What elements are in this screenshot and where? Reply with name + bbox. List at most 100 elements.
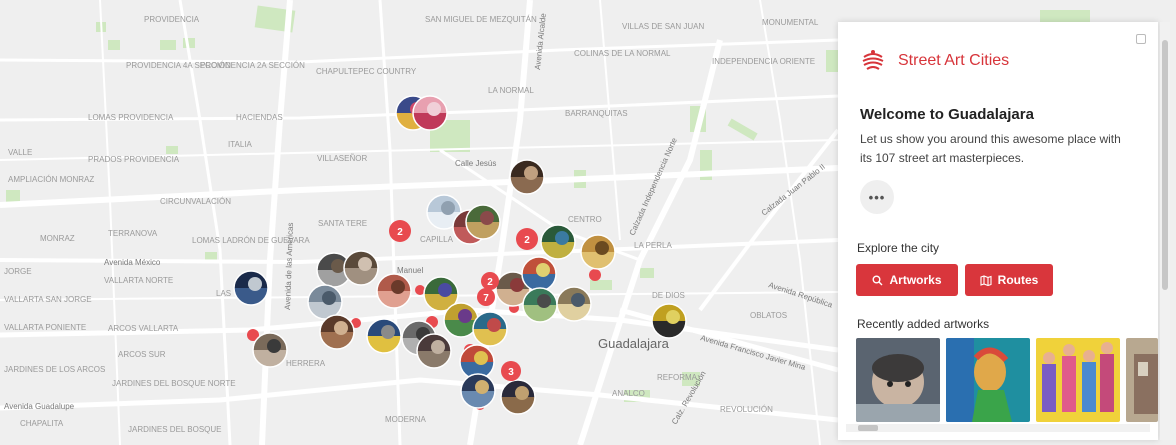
artwork-marker[interactable] — [252, 332, 288, 368]
label-av-mexico: Avenida México — [104, 258, 161, 267]
label-de-dios: DE DIOS — [652, 291, 685, 300]
routes-button-label: Routes — [997, 273, 1039, 287]
svg-text:2: 2 — [397, 227, 403, 238]
label-italia: ITALIA — [228, 140, 253, 149]
map-icon — [980, 274, 992, 286]
cluster-marker[interactable]: 2 — [481, 272, 499, 290]
label-herrera: HERRERA — [286, 359, 326, 368]
label-monumental: MONUMENTAL — [762, 18, 819, 27]
intro-text: Let us show you around this awesome plac… — [860, 132, 1121, 165]
label-la-normal: LA NORMAL — [488, 86, 534, 95]
svg-text:2: 2 — [524, 235, 530, 246]
label-oblatos: OBLATOS — [750, 311, 787, 320]
routes-button[interactable]: Routes — [965, 264, 1053, 296]
recent-heading: Recently added artworks — [857, 317, 990, 331]
label-vallarta-poniente: VALLARTA PONIENTE — [4, 323, 86, 332]
cluster-marker[interactable]: 2 — [516, 228, 538, 250]
label-jardines-bosque: JARDINES DEL BOSQUE NORTE — [112, 379, 236, 388]
label-villasenor: VILLASEÑOR — [317, 154, 367, 163]
horizontal-scrollbar[interactable] — [846, 424, 1150, 432]
label-lomas-prov: LOMAS PROVIDENCIA — [88, 113, 174, 122]
svg-text:2: 2 — [487, 277, 493, 288]
label-barranquitas: BARRANQUITAS — [565, 109, 628, 118]
cluster-marker[interactable]: 2 — [389, 220, 411, 242]
label-chapultepec: CHAPULTEPEC COUNTRY — [316, 67, 417, 76]
artwork-marker[interactable] — [412, 95, 448, 131]
artwork-image — [1126, 338, 1158, 422]
artwork-image — [946, 338, 1030, 422]
svg-text:7: 7 — [483, 293, 489, 304]
artwork-marker[interactable] — [509, 159, 545, 195]
artwork-marker[interactable] — [416, 333, 452, 369]
cluster-marker[interactable]: 3 — [501, 361, 521, 381]
label-arcos-sur: ARCOS SUR — [118, 350, 166, 359]
label-capilla: CAPILLA — [420, 235, 454, 244]
label-prados: PRADOS PROVIDENCIA — [88, 155, 180, 164]
artwork-marker[interactable] — [465, 204, 501, 240]
label-analco: ANALCO — [612, 389, 645, 398]
artworks-button-label: Artworks — [889, 273, 942, 287]
scrollbar-thumb[interactable] — [1162, 40, 1168, 290]
label-chapalita: CHAPALITA — [20, 419, 64, 428]
recent-artwork-thumb[interactable] — [856, 338, 940, 422]
welcome-title: Welcome to Guadalajara — [860, 106, 1034, 123]
label-jorge: JORGE — [4, 267, 32, 276]
label-ampliacion: AMPLIACIÓN MONRAZ — [8, 175, 94, 184]
label-haciendas: HACIENDAS — [236, 113, 283, 122]
label-monraz: MONRAZ — [40, 234, 75, 243]
label-manuel: Manuel — [397, 266, 423, 275]
artwork-image — [856, 338, 940, 422]
vertical-scrollbar[interactable] — [1160, 22, 1170, 440]
more-button[interactable]: ••• — [860, 180, 894, 214]
artwork-marker[interactable] — [522, 287, 558, 323]
artwork-marker[interactable] — [580, 234, 616, 270]
label-colinas: COLINAS DE LA NORMAL — [574, 49, 671, 58]
label-revolucion: REVOLUCIÓN — [720, 405, 773, 414]
recent-artwork-thumb[interactable] — [1036, 338, 1120, 422]
street-art-cities-logo-icon — [862, 50, 884, 70]
city-info-panel: Street Art Cities Welcome to Guadalajara… — [838, 22, 1158, 440]
artwork-marker[interactable] — [472, 311, 508, 347]
artworks-button[interactable]: Artworks — [856, 264, 958, 296]
brand-name: Street Art Cities — [898, 52, 1010, 69]
label-san-miguel: SAN MIGUEL DE MEZQUITÁN — [425, 15, 537, 24]
label-guadalajara: Guadalajara — [598, 336, 670, 351]
label-santa-tere: SANTA TERE — [318, 219, 367, 228]
artwork-marker[interactable] — [556, 286, 592, 322]
label-vallarta-norte: VALLARTA NORTE — [104, 276, 173, 285]
label-circunvalacion: CIRCUNVALACIÓN — [160, 197, 231, 206]
explore-heading: Explore the city — [857, 241, 940, 255]
artwork-marker[interactable] — [343, 250, 379, 286]
label-vallarta-san-jorge: VALLARTA SAN JORGE — [4, 295, 92, 304]
cluster-marker[interactable]: 7 — [477, 288, 495, 306]
brand: Street Art Cities — [860, 48, 1009, 74]
label-jardines-del: JARDINES DEL BOSQUE — [128, 425, 222, 434]
label-providencia: PROVIDENCIA — [144, 15, 200, 24]
artwork-marker[interactable] — [460, 373, 496, 409]
artwork-marker[interactable] — [500, 379, 536, 415]
label-prov-2: PROVIDENCIA 2A SECCIÓN — [200, 61, 305, 70]
artwork-marker[interactable] — [540, 224, 576, 260]
artwork-marker[interactable] — [319, 314, 355, 350]
label-valle: VALLE — [8, 148, 32, 157]
artwork-marker[interactable] — [366, 318, 402, 354]
label-centro: CENTRO — [568, 215, 602, 224]
artwork-marker[interactable] — [651, 303, 687, 339]
label-jardines-arcos: JARDINES DE LOS ARCOS — [4, 365, 105, 374]
svg-text:3: 3 — [508, 367, 514, 378]
scrollbar-thumb[interactable] — [858, 425, 878, 431]
label-villas: VILLAS DE SAN JUAN — [622, 22, 704, 31]
label-terranova: TERRANOVA — [108, 229, 158, 238]
label-moderna: MODERNA — [385, 415, 427, 424]
collapse-panel-button[interactable] — [1136, 34, 1146, 44]
artwork-marker[interactable] — [521, 256, 557, 292]
search-icon — [872, 275, 883, 285]
artwork-marker[interactable] — [307, 284, 343, 320]
label-calle-jesus: Calle Jesús — [455, 159, 496, 168]
label-arcos-vallarta: ARCOS VALLARTA — [108, 324, 179, 333]
artwork-marker[interactable] — [376, 273, 412, 309]
recent-artwork-thumb[interactable] — [946, 338, 1030, 422]
recent-artwork-thumb[interactable] — [1126, 338, 1158, 422]
label-la-perla: LA PERLA — [634, 241, 672, 250]
artwork-marker[interactable] — [233, 270, 269, 306]
